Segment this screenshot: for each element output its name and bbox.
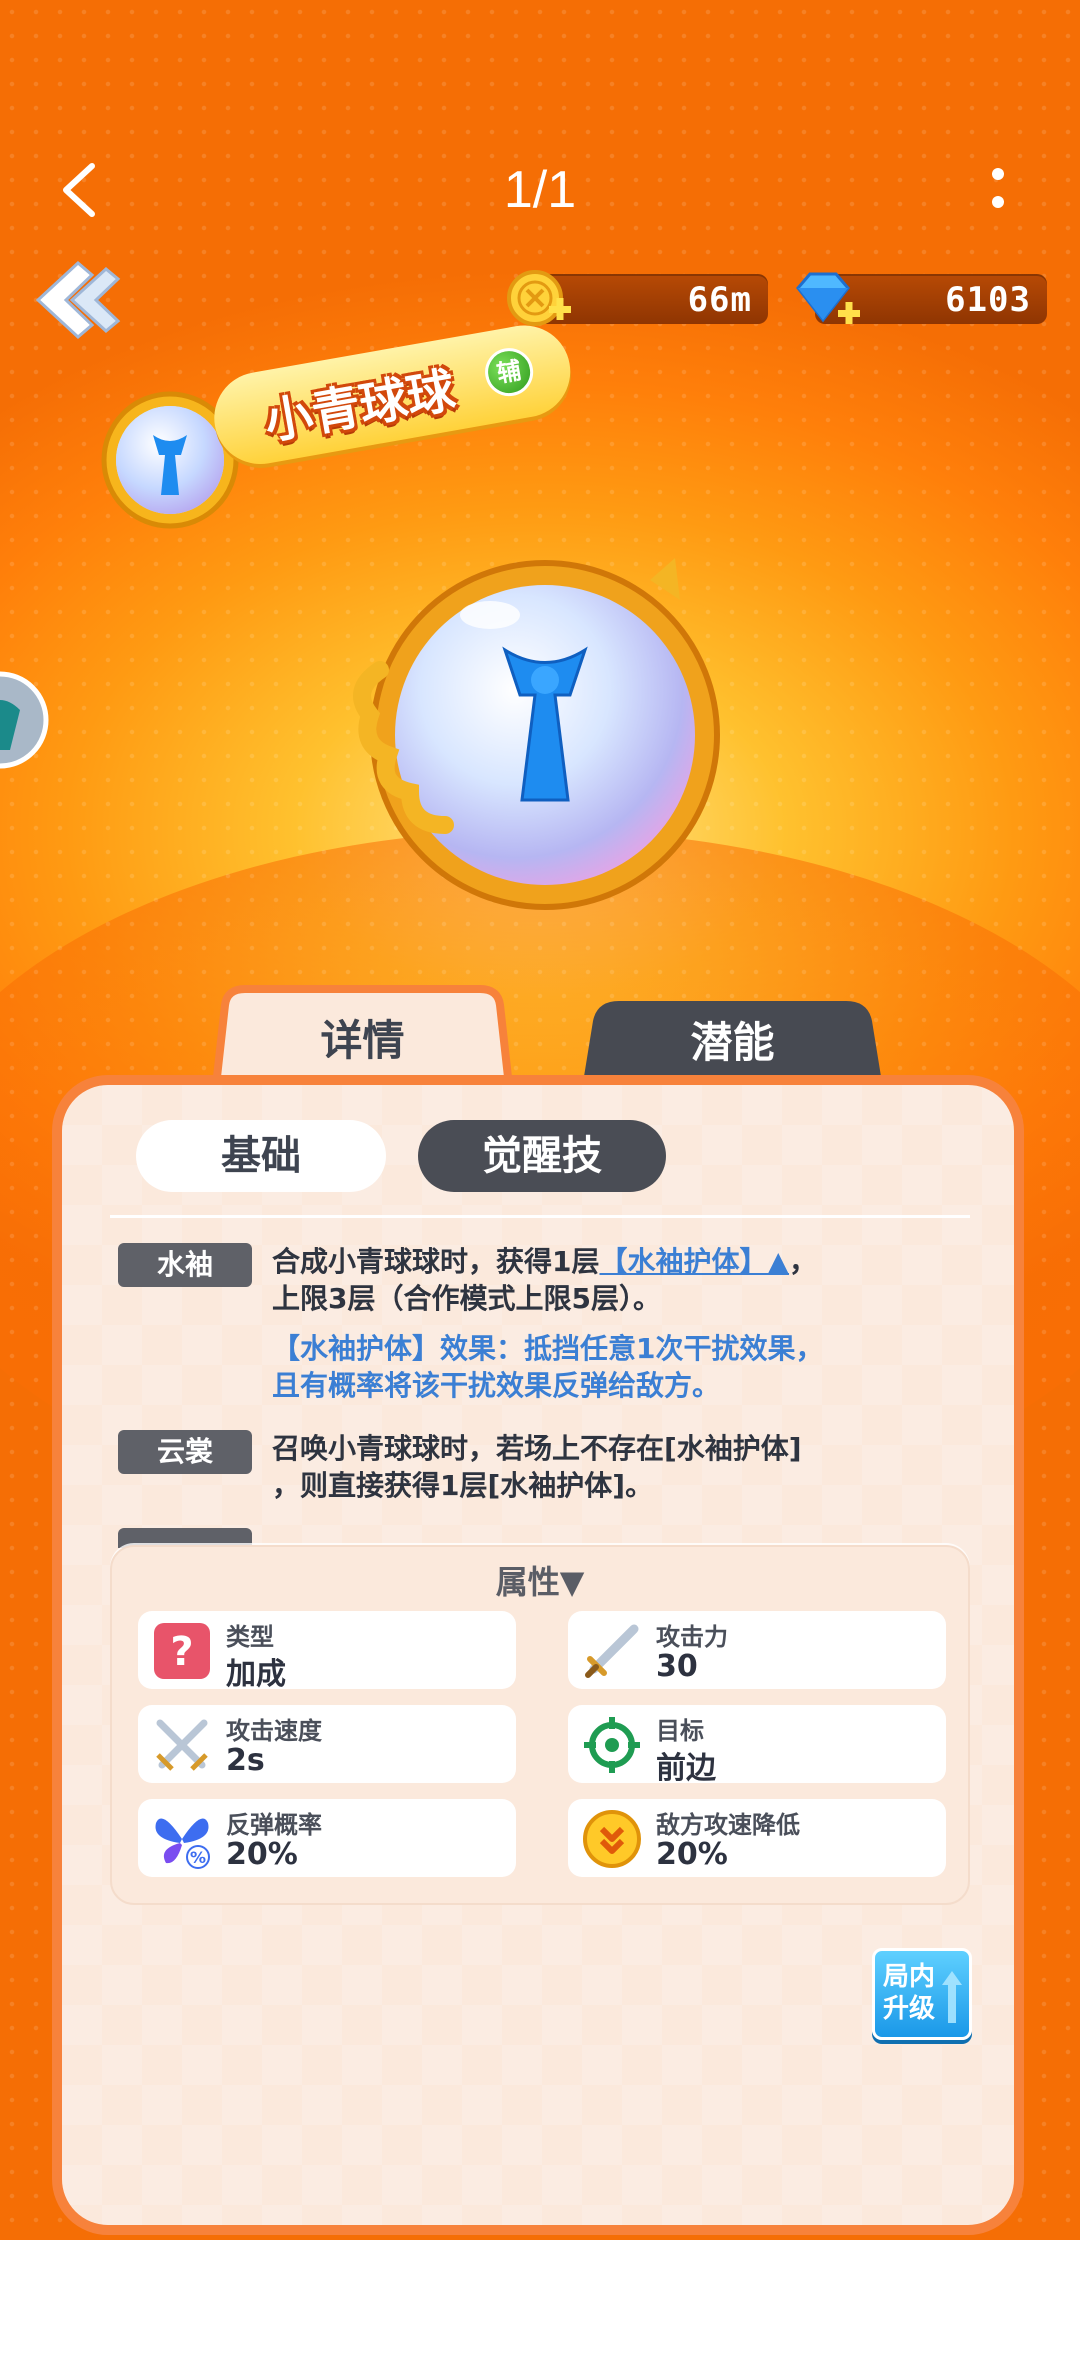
gem-add-icon[interactable]	[790, 270, 864, 330]
side-hero-tab-icon[interactable]	[0, 650, 50, 790]
page-counter: 1/1	[503, 161, 577, 219]
more-options-icon[interactable]	[980, 162, 1016, 222]
attr-label: 类型	[226, 1623, 274, 1651]
attr-attack-speed: 攻击速度 2s	[138, 1705, 516, 1783]
buff-note-line2: 且有概率将该干扰效果反弹给敌方。	[272, 1369, 721, 1402]
svg-text:%: %	[190, 1848, 206, 1867]
in-game-upgrade-button[interactable]: 局内 升级	[872, 1948, 972, 2040]
attr-value: 20%	[226, 1837, 298, 1872]
skill-desc-line1-suffix: ，	[789, 1245, 818, 1278]
skill-desc-line1: 合成小青球球时，获得1层	[272, 1245, 600, 1278]
coin-value: 66m	[687, 280, 752, 320]
skill-tag-shuixiu: 水袖	[118, 1243, 252, 1287]
attr-label: 攻击速度	[226, 1717, 322, 1745]
attr-label: 攻击力	[656, 1623, 728, 1651]
attr-reflect-chance: % 反弹概率 20%	[138, 1799, 516, 1877]
return-double-arrow-icon[interactable]	[22, 255, 122, 345]
coin-add-icon[interactable]	[505, 268, 575, 330]
attr-attack: 攻击力 30	[568, 1611, 946, 1689]
subtab-basic[interactable]: 基础	[136, 1120, 386, 1192]
divider	[110, 1215, 970, 1218]
tab-details-label: 详情	[320, 1016, 405, 1065]
attr-label: 目标	[656, 1717, 704, 1745]
sword-icon	[582, 1621, 642, 1681]
skill-desc-line1: 召唤小青球球时，若场上不存在[水袖护体]	[272, 1432, 802, 1465]
crossed-swords-icon	[152, 1715, 212, 1775]
skill-desc-line2: 上限3层（合作模式上限5层）。	[272, 1282, 661, 1315]
attr-value: 前边	[656, 1751, 716, 1786]
hero-orb-image	[340, 540, 740, 920]
question-icon: ?	[152, 1621, 212, 1681]
skill-tag-yunshang: 云裳	[118, 1430, 252, 1474]
attr-value: 20%	[656, 1837, 728, 1872]
butterfly-percent-icon: %	[152, 1809, 212, 1869]
speed-down-coin-icon	[582, 1809, 642, 1869]
svg-text:?: ?	[170, 1629, 193, 1675]
role-badge: 辅	[481, 344, 537, 400]
subtab-awakening-skill[interactable]: 觉醒技	[418, 1120, 666, 1192]
skill-desc-line2: ，则直接获得1层[水袖护体]。	[272, 1469, 654, 1502]
attr-enemy-speed-down: 敌方攻速降低 20%	[568, 1799, 946, 1877]
attr-label: 敌方攻速降低	[656, 1811, 800, 1839]
skill-desc-yunshang: 召唤小青球球时，若场上不存在[水袖护体] ，则直接获得1层[水袖护体]。	[272, 1430, 912, 1504]
skill-desc-shuixiu: 合成小青球球时，获得1层【水袖护体】▲， 上限3层（合作模式上限5层）。	[272, 1243, 912, 1317]
attr-label: 反弹概率	[226, 1811, 322, 1839]
target-icon	[582, 1715, 642, 1775]
attr-value: 加成	[226, 1657, 286, 1692]
gem-value: 6103	[945, 280, 1031, 320]
attr-target: 目标 前边	[568, 1705, 946, 1786]
arrow-up-icon	[941, 1969, 963, 2025]
attr-type: ? 类型 加成	[138, 1611, 516, 1692]
buff-note-line1: 【水袖护体】效果：抵挡任意1次干扰效果，	[272, 1332, 824, 1365]
attributes-card: 属性▼ ? 类型 加成 攻击力 30 攻击速度 2s 目标 前边 % 反弹概率 …	[110, 1545, 970, 1905]
tab-potential-label: 潜能	[690, 1018, 775, 1067]
shield-buff-link[interactable]: 【水袖护体】▲	[599, 1245, 789, 1278]
buff-note: 【水袖护体】效果：抵挡任意1次干扰效果， 且有概率将该干扰效果反弹给敌方。	[272, 1330, 912, 1404]
back-icon[interactable]	[52, 160, 112, 220]
attributes-header[interactable]: 属性▼	[112, 1557, 968, 1603]
attr-value: 2s	[226, 1743, 265, 1778]
attr-value: 30	[656, 1649, 698, 1684]
